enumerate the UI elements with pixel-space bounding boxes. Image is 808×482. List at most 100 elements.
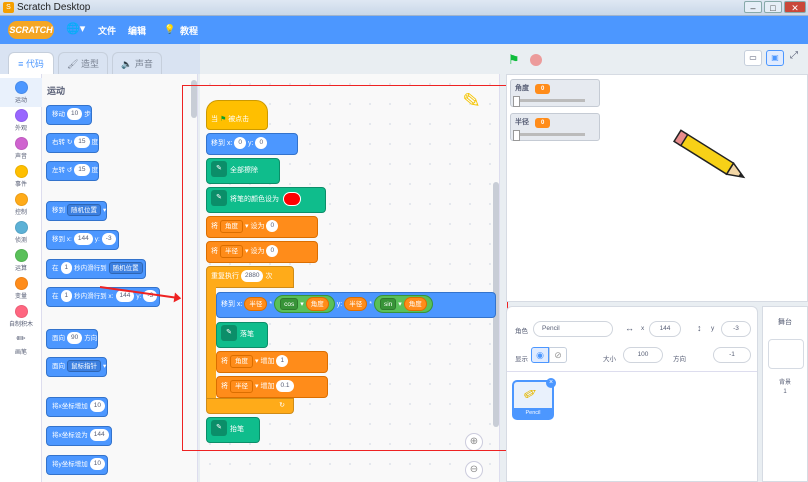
palette-move-block[interactable]: 移动 10 步 xyxy=(46,105,92,125)
palette-goto-block[interactable]: 移到 随机位置 ▾ xyxy=(46,201,108,221)
category-looks[interactable]: 外观 xyxy=(0,109,42,132)
palette-turn-left-block[interactable]: 左转 ↺ 15 度 xyxy=(46,161,99,181)
hide-sprite-eye-icon[interactable]: ⊘ xyxy=(549,347,567,363)
tab-costumes[interactable]: 🖌 造型 xyxy=(58,52,108,74)
category-control[interactable]: 控制 xyxy=(0,193,42,216)
palette-change-x-block[interactable]: 将x坐标增加 10 xyxy=(46,397,108,417)
monitor-angle[interactable]: 角度 0 xyxy=(510,79,600,107)
set-radius-block[interactable]: 将半径 ▾ 设为 0 xyxy=(206,241,318,263)
set-angle-block[interactable]: 将角度 ▾ 设为 0 xyxy=(206,216,318,238)
menu-edit[interactable]: 编辑 xyxy=(128,24,146,37)
zoom-out-icon[interactable]: ⊖ xyxy=(465,461,483,479)
palette-turn-right-block[interactable]: 右转 ↻ 15 度 xyxy=(46,133,99,153)
repeat-block[interactable]: 重复执行 2880 次 xyxy=(206,266,294,288)
window-title: Scratch Desktop xyxy=(17,2,91,13)
loop-arrow-icon: ↻ xyxy=(279,402,285,409)
sprite-thumbnail-pencil[interactable]: ✏ Pencil × xyxy=(512,378,556,420)
repeat-block-footer: ↻ xyxy=(206,398,294,414)
sprite-direction-field[interactable]: -1 xyxy=(713,347,751,363)
stage-thumbnail[interactable] xyxy=(768,339,804,369)
scratch-logo[interactable]: SCRATCH xyxy=(8,21,54,39)
palette-point-towards-block[interactable]: 面向 鼠标指针 ▾ xyxy=(46,357,108,377)
change-radius-block[interactable]: 将半径 ▾ 增加 0.1 xyxy=(216,376,328,398)
small-stage-icon[interactable]: ▭ xyxy=(744,50,762,66)
pen-icon: ✎ xyxy=(211,420,227,437)
palette-glide-block[interactable]: 在 1 秒内滑行到 随机位置 xyxy=(46,259,146,279)
my-blocks-dot-icon xyxy=(14,305,28,318)
x-arrow-icon: ↔ xyxy=(625,323,634,333)
category-variables[interactable]: 变量 xyxy=(0,277,42,300)
stage[interactable]: 角度 0 半径 0 xyxy=(506,74,808,302)
stage-select-panel[interactable]: 舞台 背景 1 xyxy=(762,306,808,482)
monitor-slider[interactable] xyxy=(513,96,585,107)
monitor-slider[interactable] xyxy=(513,130,585,141)
sprite-pencil-watermark-icon: ✏ xyxy=(456,85,487,117)
sprite-y-field[interactable]: -3 xyxy=(721,321,751,337)
y-arrow-icon: ↕ xyxy=(697,323,702,333)
category-sound[interactable]: 声音 xyxy=(0,137,42,160)
sprite-size-field[interactable]: 100 xyxy=(623,347,663,363)
lightbulb-icon[interactable]: 💡 xyxy=(164,24,175,35)
palette-set-x-block[interactable]: 将x坐标设为 144 xyxy=(46,426,112,446)
category-sensing[interactable]: 侦测 xyxy=(0,221,42,244)
show-sprite-eye-icon[interactable]: ◉ xyxy=(531,347,549,363)
menu-file[interactable]: 文件 xyxy=(98,24,116,37)
category-motion[interactable]: 运动 xyxy=(0,78,42,107)
control-dot-icon xyxy=(14,193,28,206)
green-flag-icon: ⚑ xyxy=(219,116,227,123)
pen-color-swatch[interactable] xyxy=(283,192,301,207)
sensing-dot-icon xyxy=(14,221,28,234)
pen-up-block[interactable]: ✎ 抬笔 xyxy=(206,417,260,443)
palette-glide-xy-block[interactable]: 在 1 秒内滑行到 x: 144 y: -3 xyxy=(46,287,161,307)
set-pen-color-block[interactable]: ✎ 将笔的颜色设为 xyxy=(206,187,326,213)
sprite-name-field[interactable]: Pencil xyxy=(533,321,613,337)
monitor-radius[interactable]: 半径 0 xyxy=(510,113,600,141)
goto-xy-expression-block[interactable]: 移到 x: 半径 * cos ▾ 角度 y: 半径 * sin ▾ 角度 xyxy=(216,292,496,318)
pencil-sprite-icon[interactable] xyxy=(667,123,757,193)
menu-tutorials[interactable]: 教程 xyxy=(180,24,198,37)
green-flag-icon[interactable]: ⚑ xyxy=(508,52,520,68)
goto-xy-block[interactable]: 移到 x: 0 y: 0 xyxy=(206,133,298,155)
category-operators[interactable]: 运算 xyxy=(0,249,42,272)
close-button[interactable]: ✕ xyxy=(784,1,806,13)
operators-dot-icon xyxy=(14,249,28,262)
pen-down-block[interactable]: ✎ 落笔 xyxy=(216,322,268,348)
pen-icon: ✎ xyxy=(211,190,227,207)
motion-dot-icon xyxy=(14,81,28,94)
category-my-blocks[interactable]: 自制积木 xyxy=(0,305,42,328)
code-icon: ≡ xyxy=(18,59,26,69)
looks-dot-icon xyxy=(14,109,28,122)
pencil-icon: ✏ xyxy=(520,383,542,406)
zoom-in-icon[interactable]: ⊕ xyxy=(465,433,483,451)
category-pen[interactable]: ✏ 画笔 xyxy=(0,333,42,356)
speaker-icon: 🔈 xyxy=(121,59,135,69)
category-events[interactable]: 事件 xyxy=(0,165,42,188)
palette-scrollbar[interactable] xyxy=(191,80,197,118)
language-globe-icon[interactable]: 🌐▾ xyxy=(66,22,85,35)
pen-icon: ✎ xyxy=(221,325,237,342)
pen-icon: ✏ xyxy=(16,333,26,345)
tab-code[interactable]: ≡ 代码 xyxy=(8,52,54,74)
palette-title: 运动 xyxy=(47,86,66,96)
fullscreen-icon[interactable]: ⤢ xyxy=(790,50,798,61)
palette-point-direction-block[interactable]: 面向 90 方向 xyxy=(46,329,99,349)
large-stage-icon[interactable]: ▣ xyxy=(766,50,784,66)
stop-icon[interactable] xyxy=(530,54,542,66)
minimize-button[interactable]: – xyxy=(744,1,762,13)
sprite-x-field[interactable]: 144 xyxy=(649,321,681,337)
pen-icon: ✎ xyxy=(211,161,227,178)
pen-clear-block[interactable]: ✎ 全部擦除 xyxy=(206,158,280,184)
palette-change-y-block[interactable]: 将y坐标增加 10 xyxy=(46,455,108,475)
delete-sprite-icon[interactable]: × xyxy=(546,378,556,388)
tab-sounds[interactable]: 🔈 声音 xyxy=(112,52,162,74)
editor-tabs: ≡ 代码 🖌 造型 🔈 声音 xyxy=(0,44,200,74)
when-flag-clicked-block[interactable]: 当 ⚑ 被点击 xyxy=(206,100,268,130)
app-icon: S xyxy=(3,2,14,13)
change-angle-block[interactable]: 将角度 ▾ 增加 1 xyxy=(216,351,328,373)
window-titlebar: S Scratch Desktop – □ ✕ xyxy=(0,0,808,16)
repeat-block-arm xyxy=(206,287,216,399)
menu-bar: SCRATCH 🌐▾ 文件 编辑 💡 教程 xyxy=(0,16,808,44)
sound-dot-icon xyxy=(14,137,28,150)
palette-goto-xy-block[interactable]: 移到 x: 144 y: -3 xyxy=(46,230,119,250)
maximize-button[interactable]: □ xyxy=(764,1,782,13)
